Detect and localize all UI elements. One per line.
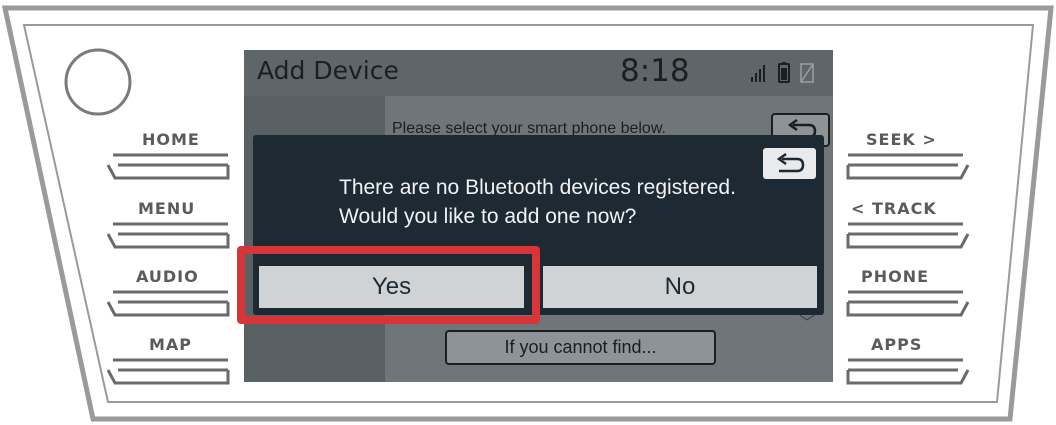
power-volume-knob[interactable] <box>64 48 132 116</box>
phone-hw-label: PHONE <box>861 267 930 286</box>
map-hw-label: MAP <box>149 335 193 354</box>
no-connection-icon <box>800 63 814 83</box>
cannot-find-button[interactable]: If you cannot find... <box>445 330 716 365</box>
dialog-message-line1: There are no Bluetooth devices registere… <box>339 176 736 199</box>
audio-hw-label: AUDIO <box>136 267 199 286</box>
back-arrow-icon <box>776 152 805 173</box>
dialog-back-button[interactable] <box>763 148 816 179</box>
menu-hw-label: MENU <box>138 199 196 218</box>
no-button[interactable]: No <box>543 266 817 308</box>
seek-hw-label: SEEK > <box>866 130 937 149</box>
signal-icon <box>751 65 765 82</box>
status-bar: Add Device 8:18 <box>244 50 833 96</box>
touchscreen: Add Device 8:18 Please select your smart… <box>244 50 833 382</box>
dialog-message-line2: Would you like to add one now? <box>339 205 637 228</box>
apps-hw-label: APPS <box>871 335 923 354</box>
clock: 8:18 <box>620 53 690 89</box>
dialog-message: There are no Bluetooth devices registere… <box>339 173 736 231</box>
home-hw-label: HOME <box>142 130 200 149</box>
yes-button-highlight <box>237 246 540 324</box>
battery-icon <box>778 62 790 83</box>
status-icons <box>751 62 814 83</box>
screen-title: Add Device <box>257 56 399 85</box>
track-hw-label: < TRACK <box>851 199 937 218</box>
